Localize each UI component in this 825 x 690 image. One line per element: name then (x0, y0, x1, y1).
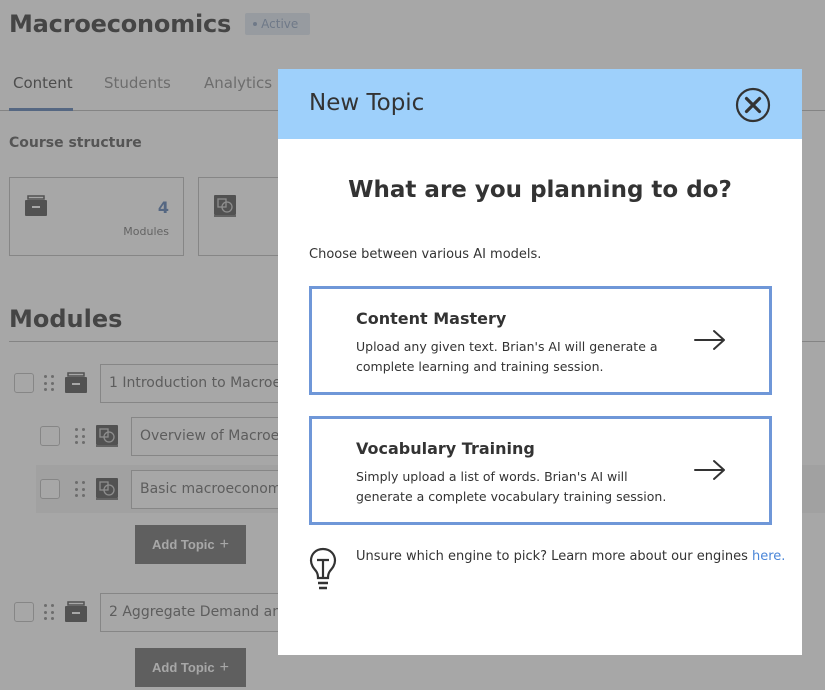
modal-title: New Topic (309, 90, 425, 116)
learn-more-link[interactable]: here. (752, 549, 785, 564)
option-title: Vocabulary Training (356, 439, 535, 458)
option-title: Content Mastery (356, 309, 507, 328)
hint-text: Unsure which engine to pick? Learn more … (356, 549, 785, 564)
arrow-right-icon (694, 330, 725, 350)
option-description: Upload any given text. Brian's AI will g… (356, 339, 658, 374)
option-vocabulary-training[interactable]: Vocabulary Training Simply upload a list… (309, 416, 772, 525)
option-description: Simply upload a list of words. Brian's A… (356, 469, 667, 504)
option-content-mastery[interactable]: Content Mastery Upload any given text. B… (309, 286, 772, 395)
modal-subtitle: Choose between various AI models. (309, 247, 542, 262)
modal-header: New Topic (278, 69, 802, 139)
arrow-right-icon (694, 460, 725, 480)
hint-message: Unsure which engine to pick? Learn more … (356, 549, 753, 564)
modal-question: What are you planning to do? (348, 177, 732, 203)
close-circle-icon[interactable] (735, 87, 771, 123)
lightbulb-icon (309, 547, 337, 590)
new-topic-modal: New Topic What are you planning to do? C… (278, 69, 802, 655)
